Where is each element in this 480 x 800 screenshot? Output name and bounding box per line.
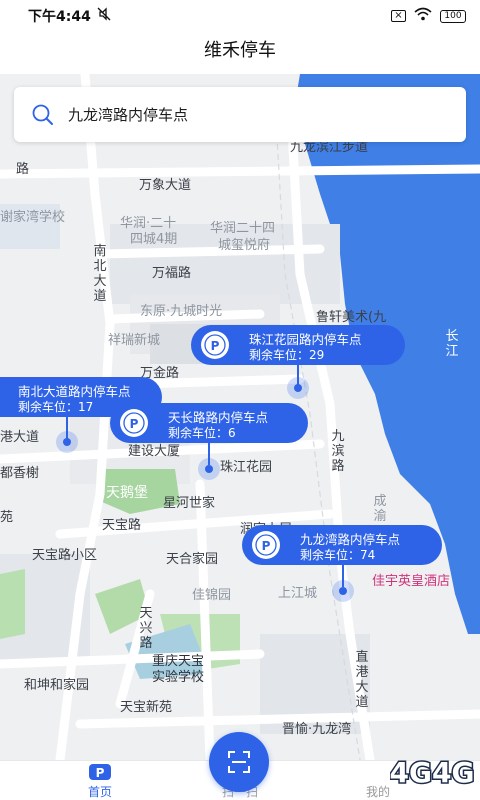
map-label: 城玺悦府 (218, 238, 271, 253)
location-pin[interactable] (198, 458, 220, 480)
map-label: 港大道 (0, 430, 40, 445)
road (0, 164, 480, 179)
location-pin[interactable] (56, 431, 78, 453)
wifi-icon (414, 7, 432, 25)
map-label: 天宝新苑 (120, 700, 173, 715)
search-input[interactable]: 九龙湾路内停车点 (68, 104, 188, 125)
svg-text:P: P (96, 766, 105, 780)
mute-icon (97, 7, 111, 25)
map-label: 四城4期 (130, 232, 178, 247)
map-label: 九滨路 (331, 429, 345, 474)
map-label: 珠江花园 (220, 460, 273, 475)
status-bar: 下午4:44 × 100 (0, 0, 480, 32)
map-label: 天合家园 (166, 552, 219, 567)
river-water-lower (455, 594, 480, 634)
location-pin[interactable] (287, 377, 309, 399)
map-label: 天宝路 (102, 518, 142, 533)
map-label: 佳锦园 (192, 588, 232, 603)
svg-text:P: P (211, 339, 220, 353)
parking-icon: P (252, 531, 280, 559)
map-label: 路 (16, 162, 30, 177)
svg-text:P: P (262, 539, 271, 553)
status-icons: × 100 (391, 7, 466, 25)
callout-remaining: 剩余车位：74 (300, 548, 376, 562)
map-label: 南北大道 (93, 244, 107, 304)
parking-icon: P (201, 331, 229, 359)
app-root: { "status_bar": { "time": "下午4:44", "bat… (0, 0, 480, 800)
map-label: 东原·九城时光 (140, 304, 223, 319)
scan-button[interactable] (209, 732, 269, 792)
parking-callout[interactable]: P 九龙湾路内停车点 剩余车位：74 (242, 525, 442, 565)
map-label: 天鹅堡 (106, 485, 148, 501)
road (75, 709, 480, 729)
callout-remaining: 剩余车位：17 (18, 400, 94, 414)
map-label: 鲁轩美术(九 (316, 310, 387, 325)
map-label: 上江城 (278, 586, 318, 601)
callout-remaining: 剩余车位：6 (168, 426, 236, 440)
page-title: 维禾停车 (0, 32, 480, 74)
map-label: 万象大道 (139, 178, 192, 193)
parking-callout[interactable]: P 天长路路内停车点 剩余车位：6 (110, 403, 308, 443)
parking-callout[interactable]: P 珠江花园路内停车点 剩余车位：29 (191, 325, 405, 365)
road (95, 244, 325, 259)
tab-home[interactable]: P 首页 (60, 761, 140, 800)
map-label: 成渝 (373, 494, 387, 524)
search-bar[interactable]: 九龙湾路内停车点 (14, 87, 466, 142)
map-label: 天兴路 (139, 606, 153, 651)
park-area (0, 569, 25, 639)
tab-home-label: 首页 (87, 785, 112, 799)
map-label: 实验学校 (152, 670, 205, 685)
svg-text:P: P (130, 417, 139, 431)
status-time: 下午4:44 (28, 9, 91, 25)
map-label: 谢家湾学校 (0, 210, 66, 225)
close-box-icon: × (391, 10, 406, 22)
map-label: 苑 (0, 510, 14, 525)
map-label: 万福路 (152, 266, 192, 281)
map-label: 佳宇英皇酒店 (372, 574, 451, 589)
callout-remaining: 剩余车位：29 (249, 348, 325, 362)
watermark-text: 4G4G (390, 756, 474, 789)
map-label: 天宝路小区 (32, 548, 98, 563)
watermark-logo: 4G4G (388, 752, 476, 792)
map-label: 星河世家 (163, 496, 216, 511)
search-icon (30, 102, 56, 128)
battery-icon: 100 (440, 9, 466, 23)
parking-icon: P (88, 763, 112, 785)
map-label: 祥瑞新城 (108, 333, 161, 348)
location-pin[interactable] (332, 580, 354, 602)
map-label: 直港大道 (355, 650, 369, 710)
map-label: 晋愉·九龙湾 (282, 722, 352, 737)
scan-icon (227, 750, 251, 778)
parking-icon: P (120, 409, 148, 437)
map-label: 和坤和家园 (24, 678, 90, 693)
map-label: 都香榭 (0, 466, 40, 481)
map-label: 长江 (445, 329, 459, 359)
